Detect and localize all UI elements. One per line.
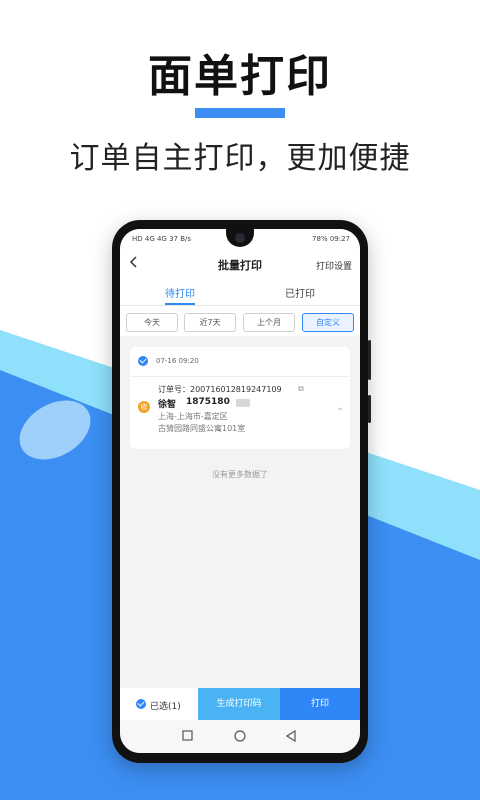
- order-number-label: 订单号：: [158, 385, 190, 394]
- order-date: 07-16 09:20: [156, 357, 199, 365]
- status-left: HD 4G 4G 37 B/s: [132, 235, 192, 243]
- order-card[interactable]: 07-16 09:20 订单号：200716012819247109 ⧉ 收 徐…: [130, 347, 350, 449]
- chevron-down-icon[interactable]: ⌄: [336, 403, 344, 413]
- filter-7days[interactable]: 近7天: [184, 313, 236, 332]
- masked-phone-digits: [236, 399, 250, 407]
- filter-today[interactable]: 今天: [126, 313, 178, 332]
- filter-custom[interactable]: 自定义: [302, 313, 354, 332]
- generate-print-code-button[interactable]: 生成打印码: [198, 688, 280, 720]
- tabs: 待打印 已打印: [120, 279, 360, 306]
- square-icon[interactable]: [182, 730, 193, 741]
- promo-underline: [195, 108, 285, 118]
- bottom-bar: 已选(1) 生成打印码 打印: [120, 688, 360, 720]
- phone-frame: HD 4G 4G 37 B/s 78% 09:27 批量打印 打印设置 待打印 …: [112, 220, 371, 763]
- print-button[interactable]: 打印: [280, 688, 360, 720]
- tab-printed[interactable]: 已打印: [240, 285, 360, 300]
- tab-indicator: [165, 303, 195, 305]
- copy-icon[interactable]: ⧉: [298, 384, 304, 394]
- phone-screen: HD 4G 4G 37 B/s 78% 09:27 批量打印 打印设置 待打印 …: [120, 229, 360, 753]
- status-right: 78% 09:27: [312, 235, 350, 243]
- system-nav-bar: [120, 720, 360, 753]
- power-button: [368, 395, 371, 423]
- selected-count: 已选(1): [150, 702, 181, 712]
- address-line2: 古猗园路同盛公寓101室: [158, 424, 246, 433]
- checkbox-checked-icon[interactable]: [138, 356, 148, 366]
- triangle-back-icon[interactable]: [286, 730, 297, 742]
- nav-bar: 批量打印 打印设置: [120, 249, 360, 279]
- empty-hint: 没有更多数据了: [212, 470, 268, 479]
- divider: [130, 376, 350, 377]
- print-settings-button[interactable]: 打印设置: [316, 259, 352, 272]
- camera-icon: [235, 233, 245, 243]
- select-all-checkbox[interactable]: [136, 699, 146, 709]
- volume-button: [368, 340, 371, 380]
- filter-last-month[interactable]: 上个月: [243, 313, 295, 332]
- order-number-value: 200716012819247109: [190, 385, 282, 394]
- receiver-name: 徐智: [158, 400, 177, 410]
- date-filters: 今天 近7天 上个月 自定义: [120, 306, 360, 336]
- receiver-phone: 1875180: [186, 397, 230, 407]
- receiver-avatar: 收: [138, 401, 150, 413]
- promo-title: 面单打印: [148, 51, 332, 102]
- order-number: 订单号：200716012819247109: [158, 384, 282, 395]
- tab-pending[interactable]: 待打印: [120, 285, 240, 300]
- address-line1: 上海-上海市-嘉定区: [158, 412, 228, 421]
- circle-home-icon[interactable]: [234, 730, 246, 742]
- promo-subtitle: 订单自主打印，更加便捷: [69, 141, 411, 176]
